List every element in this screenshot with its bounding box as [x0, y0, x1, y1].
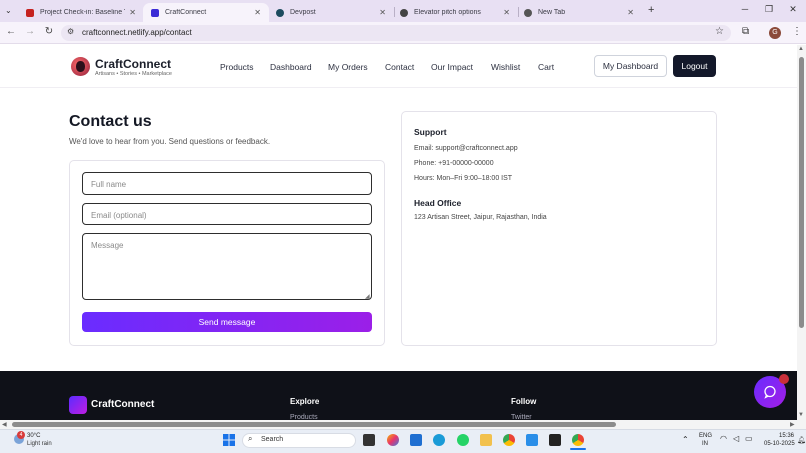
chrome-profile-icon[interactable]	[572, 434, 584, 446]
footer-brand: CraftConnect	[91, 399, 155, 410]
bookmark-star-icon[interactable]: ☆	[715, 26, 724, 37]
maximize-icon[interactable]: ❐	[757, 4, 781, 15]
search-icon: ⌕	[248, 434, 253, 443]
brand-name[interactable]: CraftConnect	[95, 57, 171, 71]
footer-logo-icon	[69, 396, 87, 414]
head-office-heading: Head Office	[414, 198, 462, 208]
copilot-icon[interactable]	[387, 434, 399, 446]
logout-button[interactable]: Logout	[673, 55, 716, 77]
whatsapp-icon[interactable]	[457, 434, 469, 446]
store-icon[interactable]	[410, 434, 422, 446]
chrome-taskbar-icon[interactable]	[503, 434, 515, 446]
close-icon[interactable]: ✕	[129, 8, 136, 17]
support-email: Email: support@craftconnect.app	[414, 145, 518, 152]
site-info-icon[interactable]: ⚙	[67, 27, 74, 36]
chatgpt-icon	[400, 8, 408, 17]
extensions-icon[interactable]: ⧉	[742, 26, 749, 37]
weather-badge: 4	[17, 431, 25, 439]
forward-icon[interactable]: →	[23, 26, 37, 37]
language-indicator[interactable]: ENG	[699, 433, 712, 439]
page-subtitle: We'd love to hear from you. Send questio…	[69, 137, 271, 146]
task-view-icon[interactable]	[363, 434, 375, 446]
footer-follow-heading: Follow	[511, 397, 537, 406]
resize-handle-icon[interactable]: ◢	[365, 293, 370, 300]
scroll-up-arrow-icon[interactable]: ▲	[798, 46, 804, 52]
clock-date[interactable]: 05-10-2025	[764, 441, 795, 447]
weather-condition[interactable]: Light rain	[27, 441, 52, 447]
profile-avatar[interactable]: G	[769, 27, 781, 39]
site-footer	[0, 371, 797, 420]
new-tab-icon[interactable]: +	[648, 4, 654, 16]
minimize-icon[interactable]: ─	[733, 4, 757, 14]
battery-icon[interactable]: ▭	[745, 434, 753, 443]
edge-icon[interactable]	[433, 434, 445, 446]
vertical-scroll-thumb[interactable]	[799, 57, 804, 328]
scroll-left-arrow-icon[interactable]: ◀	[2, 421, 7, 428]
tab-craftconnect[interactable]: CraftConnect ✕	[143, 3, 269, 22]
tray-overflow-icon[interactable]: ⌃	[682, 435, 689, 444]
nav-products[interactable]: Products	[220, 62, 254, 72]
nav-dashboard[interactable]: Dashboard	[270, 62, 312, 72]
devpost-icon	[276, 8, 284, 17]
notification-bell-icon[interactable]: 🔔︎	[797, 436, 806, 444]
nav-wishlist[interactable]: Wishlist	[491, 62, 520, 72]
active-app-indicator	[570, 448, 586, 450]
close-icon[interactable]: ✕	[254, 8, 261, 17]
craftconnect-favicon-icon	[151, 8, 159, 17]
chrome-icon	[524, 8, 532, 17]
taskbar-search-placeholder: Search	[261, 436, 284, 443]
region-indicator[interactable]: IN	[702, 441, 708, 447]
scroll-right-arrow-icon[interactable]: ▶	[790, 421, 795, 428]
wifi-icon[interactable]: ◠	[720, 434, 727, 443]
footer-explore-heading: Explore	[290, 397, 320, 406]
back-icon[interactable]: ←	[4, 26, 18, 37]
scroll-down-arrow-icon[interactable]: ▼	[798, 412, 804, 418]
tab-elevator-pitch[interactable]: Elevator pitch options ✕	[392, 3, 518, 22]
terminal-app-icon[interactable]	[549, 434, 561, 446]
head-office-address: 123 Artisan Street, Jaipur, Rajasthan, I…	[414, 214, 547, 221]
support-phone: Phone: +91-00000-00000	[414, 160, 494, 167]
menu-kebab-icon[interactable]: ⋮	[792, 26, 802, 37]
nav-divider	[0, 87, 797, 88]
horizontal-scroll-thumb[interactable]	[12, 422, 616, 427]
nav-cart[interactable]: Cart	[538, 62, 554, 72]
vscode-icon[interactable]	[526, 434, 538, 446]
full-name-input[interactable]: Full name	[82, 172, 372, 195]
taskbar-search-box[interactable]	[242, 433, 356, 448]
close-window-icon[interactable]: ✕	[781, 4, 805, 15]
tab-new-tab[interactable]: New Tab ✕	[516, 3, 642, 22]
nav-contact[interactable]: Contact	[385, 62, 414, 72]
nav-my-orders[interactable]: My Orders	[328, 62, 368, 72]
close-icon[interactable]: ✕	[379, 8, 386, 17]
send-message-button[interactable]: Send message	[82, 312, 372, 332]
tab-project-checkin[interactable]: Project Check-in: Baseline Tech ✕	[18, 3, 144, 22]
support-hours: Hours: Mon–Fri 9:00–18:00 IST	[414, 175, 513, 182]
nav-our-impact[interactable]: Our Impact	[431, 62, 473, 72]
logo-mark	[76, 61, 85, 72]
my-dashboard-button[interactable]: My Dashboard	[594, 55, 667, 77]
speaker-icon[interactable]: ◁	[733, 434, 739, 443]
gmail-icon	[26, 8, 34, 17]
windows-start-icon[interactable]	[223, 434, 235, 446]
close-icon[interactable]: ✕	[503, 8, 510, 17]
file-explorer-icon[interactable]	[480, 434, 492, 446]
clock-time[interactable]: 15:36	[779, 433, 794, 439]
reload-icon[interactable]: ↻	[42, 26, 56, 37]
email-input[interactable]: Email (optional)	[82, 203, 372, 225]
chat-icon	[764, 385, 776, 399]
tab-devpost[interactable]: Devpost ✕	[268, 3, 394, 22]
brand-tagline: Artisans • Stories • Marketplace	[95, 71, 172, 77]
message-textarea[interactable]: Message	[82, 233, 372, 300]
page-title: Contact us	[69, 113, 152, 130]
url-text[interactable]: craftconnect.netlify.app/contact	[82, 28, 192, 37]
tab-search-icon[interactable]: ⌄	[5, 6, 12, 15]
weather-temperature[interactable]: 30°C	[27, 433, 40, 439]
chat-notification-badge	[779, 374, 789, 384]
support-heading: Support	[414, 127, 447, 137]
close-icon[interactable]: ✕	[627, 8, 634, 17]
